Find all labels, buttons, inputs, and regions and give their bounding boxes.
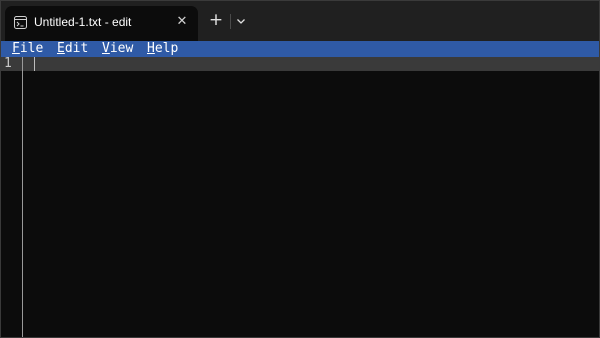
text-caret	[34, 57, 35, 71]
menu-view-accelerator: V	[102, 41, 110, 56]
line-number: 1	[4, 56, 12, 71]
menu-file-accelerator: F	[12, 41, 20, 56]
menu-help-label: elp	[154, 41, 179, 56]
menu-view-label: iew	[109, 41, 134, 56]
menu-edit-label: dit	[64, 41, 89, 56]
menu-help[interactable]: Help	[147, 41, 178, 57]
terminal-window: Untitled-1.txt - edit ✕ + File Edit View…	[0, 0, 600, 338]
terminal-app-icon	[14, 16, 27, 29]
tab-bar: Untitled-1.txt - edit ✕ +	[1, 1, 599, 41]
close-tab-icon[interactable]: ✕	[175, 15, 189, 29]
tab-separator	[230, 14, 231, 29]
menu-help-accelerator: H	[147, 41, 155, 56]
chevron-down-icon[interactable]	[234, 13, 248, 29]
menu-file[interactable]: File	[12, 41, 43, 57]
menu-edit-accelerator: E	[57, 41, 65, 56]
tab-untitled[interactable]: Untitled-1.txt - edit ✕	[5, 6, 198, 41]
menu-edit[interactable]: Edit	[57, 41, 88, 57]
menu-bar: File Edit View Help	[1, 41, 599, 57]
new-tab-button[interactable]: +	[206, 11, 226, 31]
menu-view[interactable]: View	[102, 41, 133, 57]
menu-file-label: ile	[19, 41, 44, 56]
tab-title: Untitled-1.txt - edit	[34, 15, 132, 29]
editor-text-area[interactable]	[23, 57, 599, 337]
